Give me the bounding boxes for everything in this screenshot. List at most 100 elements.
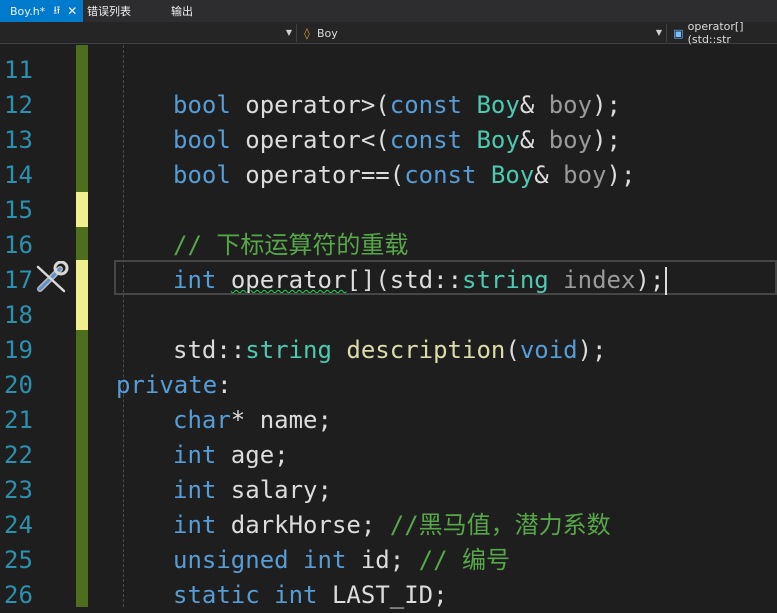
code-line: bool operator>(const Boy& boy); xyxy=(173,88,621,123)
code-line: static int LAST_ID; xyxy=(173,578,448,613)
chevron-down-icon[interactable]: ▼ xyxy=(286,28,292,37)
line-number: 24 xyxy=(4,511,33,539)
tab-boy-h[interactable]: Boy.h* ⭿ ✕ xyxy=(0,0,83,22)
line-number: 15 xyxy=(4,196,33,224)
code-token: std:: xyxy=(173,336,246,364)
code-token: * name; xyxy=(230,406,332,434)
tab-label: 错误列表 xyxy=(87,5,131,18)
code-token: const xyxy=(404,161,477,189)
code-token: void xyxy=(519,336,578,364)
project-dropdown[interactable]: ▼ xyxy=(0,24,297,42)
code-token: unsigned xyxy=(173,546,289,574)
code-token: ); xyxy=(635,266,665,294)
code-line: bool operator==(const Boy& boy); xyxy=(173,158,635,193)
code-token: : xyxy=(217,371,232,399)
code-line: int operator[](std::string index); xyxy=(173,263,668,298)
code-token: ); xyxy=(592,91,621,119)
scope-dropdown[interactable]: ◊ Boy ▼ xyxy=(298,24,667,42)
code-token: Boy xyxy=(476,126,520,154)
code-line: bool operator<(const Boy& boy); xyxy=(173,123,621,158)
line-number: 13 xyxy=(4,126,33,154)
tab-error-list[interactable]: 错误列表 xyxy=(87,0,131,22)
code-token: int xyxy=(303,546,347,574)
saved-change-marker xyxy=(76,227,88,260)
line-number: 22 xyxy=(4,441,33,469)
line-number: 21 xyxy=(4,406,33,434)
code-token-with-warning: operator xyxy=(230,266,347,294)
line-number-gutter: 11 12 13 14 15 16 17 18 19 20 21 22 23 2… xyxy=(0,45,90,609)
saved-change-marker xyxy=(76,45,88,192)
code-token: & xyxy=(534,161,549,189)
code-token: private xyxy=(116,371,218,399)
tab-output[interactable]: 输出 xyxy=(171,0,193,22)
code-token: bool xyxy=(173,161,231,189)
line-number: 25 xyxy=(4,546,33,574)
code-comment: //黑马值，潜力系数 xyxy=(389,511,611,539)
code-token: age; xyxy=(216,441,289,469)
indent-guide xyxy=(123,45,124,607)
code-token: int xyxy=(173,476,217,504)
unsaved-change-marker xyxy=(76,192,88,227)
code-comment: // 下标运算符的重载 xyxy=(173,231,409,259)
code-token: [] xyxy=(346,266,376,294)
code-token: int xyxy=(173,441,217,469)
code-editor[interactable]: 11 12 13 14 15 16 17 18 19 20 21 22 23 2… xyxy=(0,45,777,609)
code-token: boy xyxy=(548,91,593,119)
code-token: bool xyxy=(173,126,231,154)
code-line: private: xyxy=(116,368,232,403)
code-token: salary; xyxy=(216,476,332,504)
member-dropdown-label: operator[](std::str xyxy=(687,20,744,46)
document-tab-strip: Boy.h* ⭿ ✕ 错误列表 输出 xyxy=(0,0,777,22)
line-number: 23 xyxy=(4,476,33,504)
code-token: ); xyxy=(577,336,607,364)
code-token: index xyxy=(563,266,636,294)
code-token: int xyxy=(173,266,217,294)
code-token: ); xyxy=(592,126,621,154)
chevron-down-icon[interactable]: ▼ xyxy=(656,28,662,37)
line-number: 11 xyxy=(4,56,33,84)
code-token: string xyxy=(462,266,549,294)
code-line: int salary; xyxy=(173,473,332,508)
method-icon: ▣ xyxy=(673,26,684,40)
code-token: const xyxy=(389,126,462,154)
code-comment: // 编号 xyxy=(418,546,511,574)
pin-icon[interactable]: ⭿ xyxy=(53,2,60,21)
unsaved-change-marker xyxy=(76,260,88,330)
code-token: const xyxy=(389,91,462,119)
code-token: Boy xyxy=(476,91,520,119)
member-dropdown[interactable]: ▣ operator[](std::str xyxy=(670,20,777,46)
navigation-bar: ▼ ◊ Boy ▼ ▣ operator[](std::str xyxy=(0,20,777,46)
code-token: darkHorse; xyxy=(216,511,390,539)
code-token: ); xyxy=(606,161,636,189)
line-number: 16 xyxy=(4,231,33,259)
code-token: static xyxy=(173,581,260,609)
code-token: bool xyxy=(173,91,231,119)
code-token: Boy xyxy=(490,161,535,189)
wrench-screwdriver-icon[interactable] xyxy=(34,261,70,295)
code-token: id; xyxy=(346,546,419,574)
tab-label: 输出 xyxy=(171,5,193,18)
line-number: 12 xyxy=(4,91,33,119)
code-token: int xyxy=(173,511,217,539)
code-token: boy xyxy=(563,161,607,189)
code-token: operator==( xyxy=(230,161,405,189)
code-token: char xyxy=(173,406,231,434)
line-number: 14 xyxy=(4,161,33,189)
code-token: LAST_ID; xyxy=(317,581,448,609)
code-line: int age; xyxy=(173,438,289,473)
code-line: std::string description(void); xyxy=(173,336,607,364)
code-token: string xyxy=(245,336,332,364)
close-icon[interactable]: ✕ xyxy=(67,4,77,18)
line-number: 20 xyxy=(4,371,33,399)
line-number: 19 xyxy=(4,336,33,364)
code-token: int xyxy=(274,581,318,609)
code-token: operator<( xyxy=(230,126,390,154)
saved-change-marker xyxy=(76,330,88,607)
code-token: std:: xyxy=(389,266,463,294)
code-line: int darkHorse; //黑马值，潜力系数 xyxy=(173,508,611,543)
scope-dropdown-label: Boy xyxy=(317,26,338,40)
code-token: operator>( xyxy=(230,91,390,119)
code-token: & xyxy=(519,126,535,154)
tab-label: Boy.h* xyxy=(10,4,46,18)
code-token: boy xyxy=(548,126,593,154)
